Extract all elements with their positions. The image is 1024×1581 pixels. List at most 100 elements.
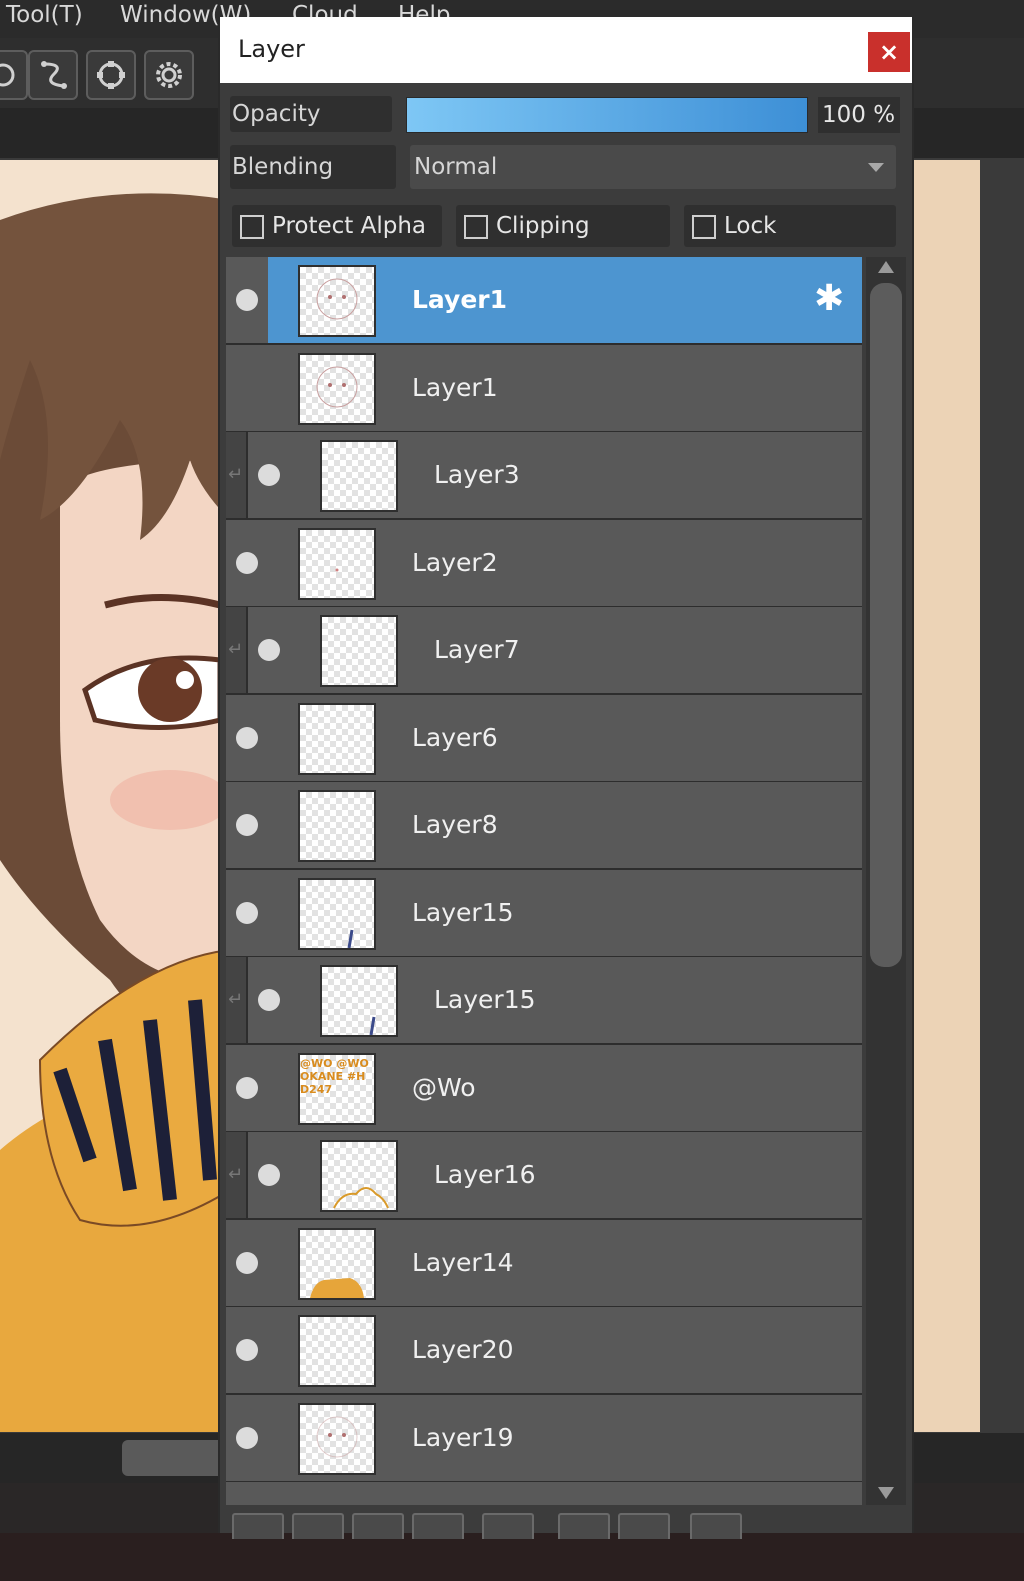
layer-name[interactable]: Layer7 — [434, 607, 520, 693]
layer-panel: Layer × Opacity 100 % Blending Normal Pr… — [218, 17, 914, 1539]
curve-tool-icon[interactable] — [28, 50, 78, 100]
new-halftone-layer-button[interactable] — [412, 1513, 464, 1539]
visibility-eye-icon[interactable] — [258, 464, 280, 486]
layer-name[interactable]: Layer19 — [412, 1395, 514, 1481]
layer-name[interactable]: Layer2 — [412, 520, 498, 606]
layer-row[interactable]: Layer20 — [226, 1307, 862, 1395]
close-button[interactable]: × — [868, 32, 910, 72]
visibility-eye-icon[interactable] — [236, 552, 258, 574]
layer-thumbnail — [298, 878, 376, 950]
horizontal-scroll-thumb[interactable] — [122, 1440, 232, 1476]
panel-title-bar[interactable]: Layer × — [220, 17, 912, 83]
lock-checkbox[interactable] — [692, 215, 716, 239]
scroll-up-icon[interactable] — [878, 261, 894, 273]
layer-thumbnail — [320, 440, 398, 512]
opacity-value[interactable]: 100 % — [818, 97, 900, 133]
menu-tool[interactable]: Tool(T) — [6, 2, 83, 28]
layer-row[interactable]: Layer19 — [226, 1395, 862, 1483]
layer-settings-gear-icon[interactable]: ✱ — [814, 279, 844, 319]
protect-alpha-checkbox[interactable] — [240, 215, 264, 239]
layer-name[interactable]: Layer20 — [412, 1307, 514, 1393]
scroll-down-icon[interactable] — [878, 1487, 894, 1499]
layer-list-scrollbar[interactable] — [866, 257, 906, 1505]
layer-row[interactable]: Layer2 — [226, 520, 862, 608]
lock-label: Lock — [724, 213, 777, 239]
layer-name[interactable]: Layer1 — [412, 257, 507, 343]
visibility-eye-icon[interactable] — [236, 1427, 258, 1449]
layer-row[interactable]: Layer8 — [226, 782, 862, 870]
layer-thumbnail — [298, 1228, 376, 1300]
visibility-toggle[interactable] — [226, 345, 268, 431]
layer-row[interactable]: ↵ Layer7 — [226, 607, 862, 695]
layer-thumbnail — [298, 265, 376, 337]
new-layer-1bit-button[interactable] — [352, 1513, 404, 1539]
visibility-eye-icon[interactable] — [258, 989, 280, 1011]
visibility-eye-icon[interactable] — [236, 814, 258, 836]
layer-thumbnail — [298, 790, 376, 862]
layer-row[interactable]: Layer15 — [226, 870, 862, 958]
blending-value: Normal — [414, 154, 498, 180]
visibility-eye-icon[interactable] — [236, 727, 258, 749]
layer-name[interactable]: Layer14 — [412, 1220, 514, 1306]
clipping-checkbox[interactable] — [464, 215, 488, 239]
layer-name[interactable]: Layer1 — [412, 345, 498, 431]
visibility-eye-icon[interactable] — [258, 639, 280, 661]
clipping-indicator: ↵ — [226, 607, 248, 693]
layer-name[interactable]: Layer6 — [412, 695, 498, 781]
layer-row[interactable]: Layer6 — [226, 695, 862, 783]
blending-select[interactable]: Normal — [410, 145, 896, 189]
clip-arrow-icon: ↵ — [228, 989, 244, 1010]
visibility-eye-icon[interactable] — [236, 1077, 258, 1099]
duplicate-layer-button[interactable] — [558, 1513, 610, 1539]
layer-thumbnail — [298, 353, 376, 425]
layer-thumbnail — [298, 1315, 376, 1387]
layer-thumbnail — [320, 965, 398, 1037]
layer-name[interactable]: @Wo — [412, 1045, 476, 1131]
clipping-toggle[interactable]: Clipping — [456, 205, 670, 247]
panel-title: Layer — [238, 35, 305, 63]
protect-alpha-toggle[interactable]: Protect Alpha — [232, 205, 442, 247]
layer-row[interactable]: Layer1 — [226, 345, 862, 433]
layer-list-scroll-thumb[interactable] — [870, 283, 902, 967]
new-layer-button[interactable] — [232, 1513, 284, 1539]
chevron-down-icon — [868, 163, 884, 172]
clip-arrow-icon: ↵ — [228, 639, 244, 660]
merge-down-button[interactable] — [618, 1513, 670, 1539]
visibility-eye-icon[interactable] — [236, 289, 258, 311]
layer-name[interactable]: Layer15 — [412, 870, 514, 956]
layer-name[interactable]: Layer16 — [434, 1132, 536, 1218]
layer-thumbnail — [320, 1140, 398, 1212]
layer-panel-footer — [220, 1507, 912, 1539]
layer-thumbnail — [298, 703, 376, 775]
layer-list: Layer1 ✱ Layer1 ↵ Layer3 Layer2 ↵ Layer7 Layer6 L… — [226, 257, 862, 1505]
new-folder-button[interactable] — [482, 1513, 534, 1539]
visibility-eye-icon[interactable] — [258, 1164, 280, 1186]
layer-row[interactable]: ↵ Layer16 — [226, 1132, 862, 1220]
layer-name[interactable]: Layer3 — [434, 432, 520, 518]
layer-row-partial[interactable] — [226, 1482, 862, 1505]
layer-row[interactable]: @WO @WOOKANE #HD247 @Wo — [226, 1045, 862, 1133]
lock-toggle[interactable]: Lock — [684, 205, 896, 247]
visibility-eye-icon[interactable] — [236, 902, 258, 924]
layer-row[interactable]: Layer14 — [226, 1220, 862, 1308]
delete-layer-icon[interactable] — [690, 1513, 742, 1539]
transform-tool-icon[interactable] — [86, 50, 136, 100]
layer-row[interactable]: ↵ Layer15 — [226, 957, 862, 1045]
layer-name[interactable]: Layer8 — [412, 782, 498, 868]
clip-arrow-icon: ↵ — [228, 464, 244, 485]
layer-thumbnail-text: @WO @WOOKANE #HD247 — [300, 1057, 369, 1096]
layer-name[interactable]: Layer15 — [434, 957, 536, 1043]
opacity-slider[interactable] — [406, 97, 808, 133]
clipping-indicator: ↵ — [226, 432, 248, 518]
settings-gear-icon[interactable] — [144, 50, 194, 100]
clipping-indicator: ↵ — [226, 957, 248, 1043]
layer-thumbnail — [298, 528, 376, 600]
visibility-eye-icon[interactable] — [236, 1252, 258, 1274]
layer-row[interactable]: ↵ Layer3 — [226, 432, 862, 520]
visibility-eye-icon[interactable] — [236, 1339, 258, 1361]
new-layer-8bit-button[interactable] — [292, 1513, 344, 1539]
layer-row[interactable]: Layer1 ✱ — [226, 257, 862, 345]
circle-tool-icon[interactable] — [0, 50, 28, 100]
protect-alpha-label: Protect Alpha — [272, 213, 427, 239]
clipping-indicator: ↵ — [226, 1132, 248, 1218]
